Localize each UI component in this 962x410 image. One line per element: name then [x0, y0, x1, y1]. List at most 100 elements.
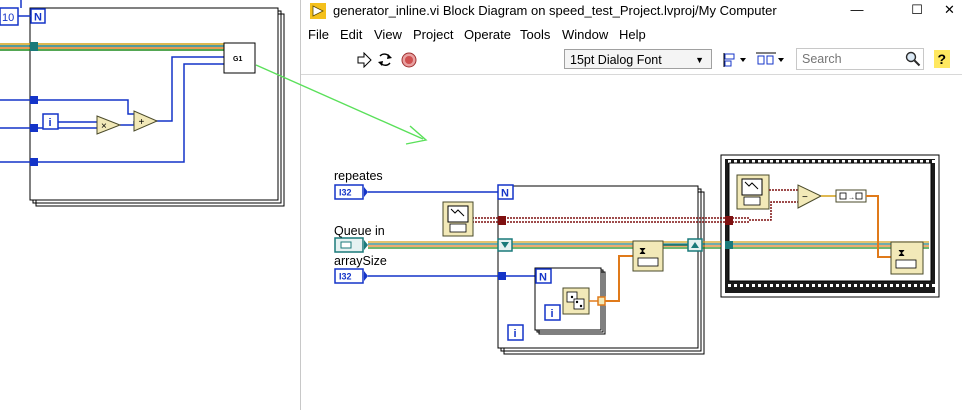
inner-iteration-label: i — [551, 308, 554, 320]
film-perforation — [824, 284, 827, 287]
menu-file[interactable]: File — [308, 27, 329, 42]
font-select[interactable]: 15pt Dialog Font ▼ — [564, 49, 712, 69]
title-bar[interactable]: generator_inline.vi Block Diagram on spe… — [301, 0, 962, 22]
labview-app-icon — [310, 3, 326, 19]
run-arrow-icon[interactable] — [356, 52, 372, 68]
enqueue-element-node[interactable] — [632, 240, 664, 272]
film-perforation — [872, 284, 875, 287]
abort-icon[interactable] — [401, 52, 417, 68]
film-perforation — [734, 284, 737, 287]
array-size-type: I32 — [339, 272, 352, 282]
menu-operate[interactable]: Operate — [464, 27, 511, 42]
svg-text:⧗: ⧗ — [898, 248, 905, 259]
svg-text:×: × — [101, 121, 107, 132]
minimize-button[interactable]: — — [837, 0, 877, 22]
film-perforation — [728, 284, 731, 287]
menu-help[interactable]: Help — [619, 27, 646, 42]
align-objects-icon[interactable] — [723, 52, 749, 68]
svg-text:⧗: ⧗ — [639, 246, 646, 257]
inner-loop-count-label: N — [539, 272, 547, 284]
block-diagram-window: generator_inline.vi Block Diagram on spe… — [301, 0, 962, 410]
film-perforation — [812, 284, 815, 287]
loop-count-label: N — [501, 188, 509, 200]
outer-iteration-label: i — [514, 328, 517, 340]
svg-text:+: + — [139, 117, 145, 128]
tunnel — [30, 96, 38, 104]
film-perforation — [932, 284, 935, 287]
for-loop-frame[interactable] — [29, 7, 279, 201]
svg-text:−: − — [802, 192, 808, 203]
film-perforation — [836, 284, 839, 287]
film-perforation — [818, 284, 821, 287]
film-perforation — [854, 284, 857, 287]
film-perforation — [788, 284, 791, 287]
menu-window[interactable]: Window — [562, 27, 608, 42]
distribute-objects-icon[interactable] — [756, 52, 786, 68]
film-perforation — [848, 284, 851, 287]
menu-edit[interactable]: Edit — [340, 27, 362, 42]
film-perforation — [776, 284, 779, 287]
queue-in-label: Queue in — [334, 224, 385, 238]
svg-text:→: → — [848, 195, 855, 202]
film-perforation — [842, 284, 845, 287]
film-perforation — [746, 284, 749, 287]
film-perforation — [926, 284, 929, 287]
menu-project[interactable]: Project — [413, 27, 453, 42]
film-perforation — [764, 284, 767, 287]
tunnel — [725, 216, 733, 225]
g1-label: G1 — [233, 56, 242, 63]
tunnel — [30, 124, 38, 132]
menu-bar: File Edit View Project Operate Tools Win… — [301, 24, 962, 46]
film-perforation — [896, 284, 899, 287]
film-perforation — [830, 284, 833, 287]
film-perforation — [914, 284, 917, 287]
tunnel — [498, 272, 506, 280]
film-perforation — [800, 284, 803, 287]
film-perforation — [920, 284, 923, 287]
run-continuously-icon[interactable] — [376, 51, 394, 69]
window-title: generator_inline.vi Block Diagram on spe… — [333, 3, 777, 18]
iteration-label: i — [49, 117, 52, 129]
tunnel — [498, 216, 506, 225]
repeates-type: I32 — [339, 188, 352, 198]
svg-text:?: ? — [938, 51, 947, 67]
chevron-down-icon: ▼ — [695, 55, 704, 65]
film-perforation — [878, 284, 881, 287]
block-diagram-canvas[interactable]: I32 N I32 N i ⧗ − → ⧗ i repeates Queue i… — [301, 75, 962, 410]
film-perforation — [884, 284, 887, 287]
film-perforation — [794, 284, 797, 287]
close-button[interactable]: ✕ — [937, 0, 962, 22]
search-icon[interactable] — [905, 51, 921, 67]
film-perforation — [902, 284, 905, 287]
film-perforation — [866, 284, 869, 287]
repeates-label: repeates — [334, 169, 383, 183]
font-select-value: 15pt Dialog Font — [570, 53, 662, 67]
film-perforation — [806, 284, 809, 287]
film-perforation — [782, 284, 785, 287]
film-perforation — [752, 284, 755, 287]
film-perforation-bottom — [728, 284, 935, 287]
left-diagram-pane: 10 N i × + G1 — [0, 0, 300, 410]
toolbar: 15pt Dialog Font ▼ ? — [301, 46, 962, 75]
tunnel — [30, 158, 38, 166]
film-perforation — [740, 284, 743, 287]
enqueue-element-node-2[interactable] — [890, 241, 924, 275]
film-perforation — [908, 284, 911, 287]
film-perforation — [770, 284, 773, 287]
maximize-button[interactable]: ☐ — [897, 0, 937, 22]
menu-tools[interactable]: Tools — [520, 27, 550, 42]
menu-view[interactable]: View — [374, 27, 402, 42]
film-perforation — [932, 160, 935, 163]
numeric-constant-value: 10 — [2, 12, 14, 24]
block-diagram-svg: I32 N I32 N i ⧗ − → ⧗ i — [334, 154, 940, 355]
indexing-tunnel — [597, 296, 606, 306]
film-perforation — [758, 284, 761, 287]
tunnel — [30, 42, 38, 51]
tunnel — [725, 241, 733, 249]
film-perforation — [890, 284, 893, 287]
film-perforation — [860, 284, 863, 287]
left-diagram-svg: 10 N i × + G1 — [0, 0, 285, 207]
loop-count-label: N — [34, 12, 42, 24]
context-help-icon[interactable]: ? — [934, 50, 950, 68]
array-size-label: arraySize — [334, 254, 387, 268]
